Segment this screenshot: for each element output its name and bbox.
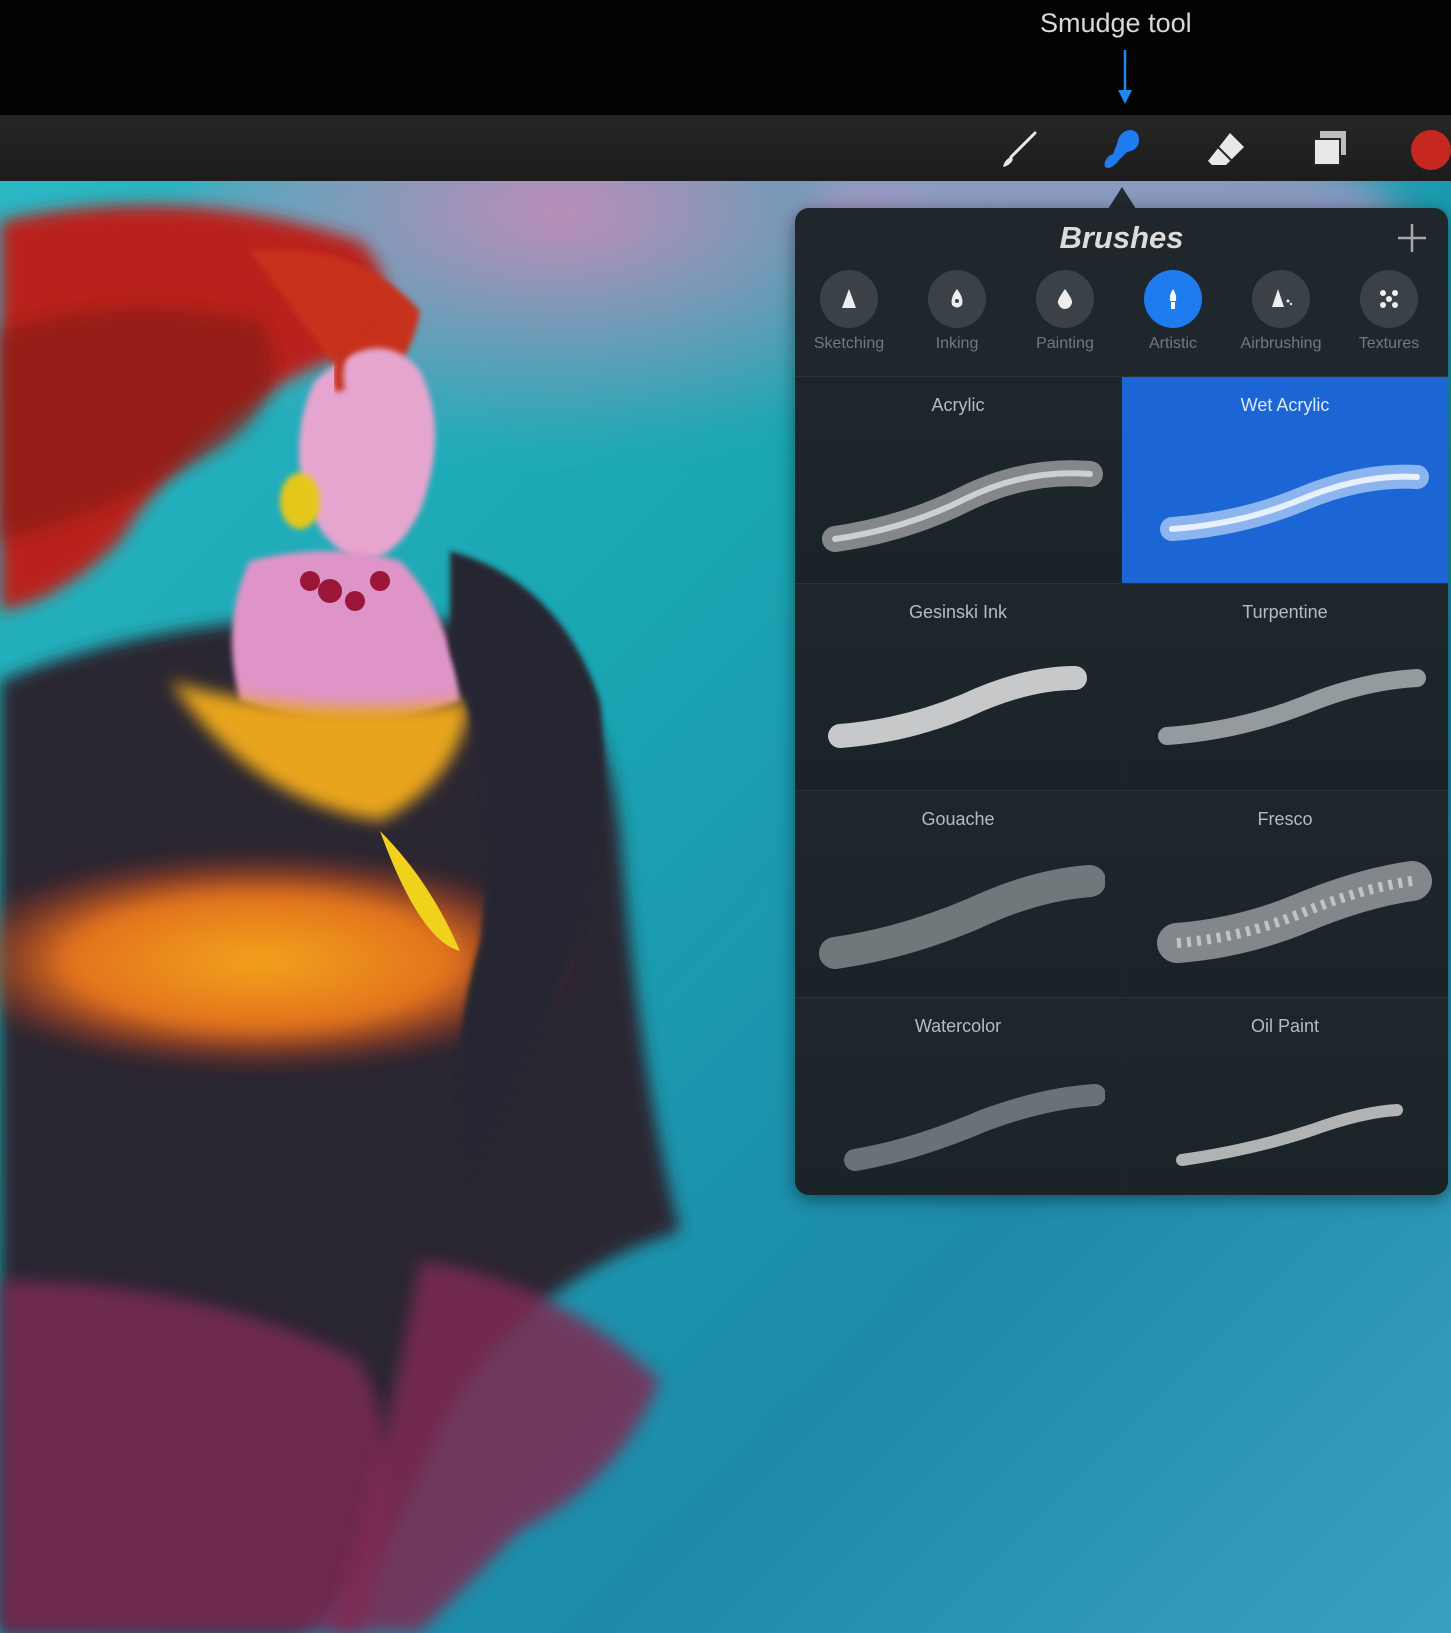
brush-gesinski-ink[interactable]: Gesinski Ink: [795, 583, 1121, 790]
panel-title: Brushes: [1059, 220, 1184, 255]
brush-name: Oil Paint: [1250, 1016, 1320, 1036]
paint-brush-tool[interactable]: [995, 125, 1043, 173]
category-label: Airbrushing: [1240, 335, 1322, 352]
annotation-label: Smudge tool: [1040, 8, 1192, 38]
brush-tip-icon: [1169, 289, 1177, 309]
airbrush-icon: [1272, 289, 1293, 307]
brush-name: Turpentine: [1242, 602, 1328, 622]
brush-watercolor[interactable]: Watercolor: [795, 997, 1121, 1195]
category-sketching[interactable]: Sketching: [795, 270, 903, 366]
plus-icon[interactable]: [1394, 220, 1430, 256]
brush-name: Gouache: [921, 809, 995, 829]
brush-gouache[interactable]: Gouache: [795, 790, 1121, 997]
brush-name: Fresco: [1257, 809, 1313, 829]
annotation-strip: Smudge tool: [0, 0, 1451, 115]
brush-fresco[interactable]: Fresco: [1122, 790, 1448, 997]
brush-stroke-preview: [828, 666, 1087, 748]
paint-brush-icon: [1003, 131, 1037, 167]
brush-stroke-preview: [822, 460, 1103, 552]
category-textures[interactable]: Textures: [1335, 270, 1443, 366]
brush-acrylic[interactable]: Acrylic: [795, 376, 1121, 583]
category-label: Sketching: [813, 335, 885, 352]
smudge-icon: [1104, 130, 1139, 168]
pencil-tip-icon: [842, 289, 856, 308]
category-airbrushing[interactable]: Airbrushing: [1227, 270, 1335, 366]
brush-turpentine[interactable]: Turpentine: [1122, 583, 1448, 790]
popover-pointer: [1108, 187, 1136, 209]
color-swatch[interactable]: [1411, 130, 1451, 170]
category-label: Artistic: [1149, 335, 1197, 352]
brush-name: Gesinski Ink: [908, 602, 1008, 622]
annotation-arrow-icon: [1118, 50, 1132, 104]
brush-stroke-preview: [1176, 1104, 1403, 1166]
brush-name: Acrylic: [931, 395, 985, 415]
drop-icon: [1057, 289, 1073, 309]
category-artistic[interactable]: Artistic: [1119, 270, 1227, 366]
brush-stroke-preview: [819, 865, 1105, 969]
smudge-tool[interactable]: [1098, 125, 1146, 173]
top-toolbar: [0, 115, 1451, 182]
texture-icon: [1380, 290, 1398, 308]
brush-stroke-preview: [1160, 464, 1429, 541]
eraser-tool[interactable]: [1202, 125, 1250, 173]
category-label: Inking: [935, 335, 979, 352]
eraser-icon: [1208, 133, 1244, 165]
brush-wet-acrylic[interactable]: Wet Acrylic: [1122, 376, 1448, 583]
brush-stroke-preview: [844, 1084, 1105, 1171]
brush-stroke-preview: [1157, 861, 1432, 963]
category-painting[interactable]: Painting: [1011, 270, 1119, 366]
brush-name: Watercolor: [914, 1016, 1002, 1036]
brushes-panel: Brushes Sketching Inking Painting Artist…: [795, 208, 1448, 1195]
layers-icon: [1313, 131, 1346, 166]
layers-tool[interactable]: [1306, 125, 1354, 173]
pen-nib-icon: [951, 289, 963, 308]
brush-stroke-preview: [1158, 669, 1426, 745]
brush-library: Acrylic Wet Acrylic Gesinski Ink Turpent…: [795, 376, 1448, 1195]
category-inking[interactable]: Inking: [903, 270, 1011, 366]
category-label: Textures: [1358, 335, 1420, 352]
category-label: Painting: [1036, 335, 1094, 352]
brush-oil-paint[interactable]: Oil Paint: [1122, 997, 1448, 1195]
brush-name: Wet Acrylic: [1240, 395, 1330, 415]
